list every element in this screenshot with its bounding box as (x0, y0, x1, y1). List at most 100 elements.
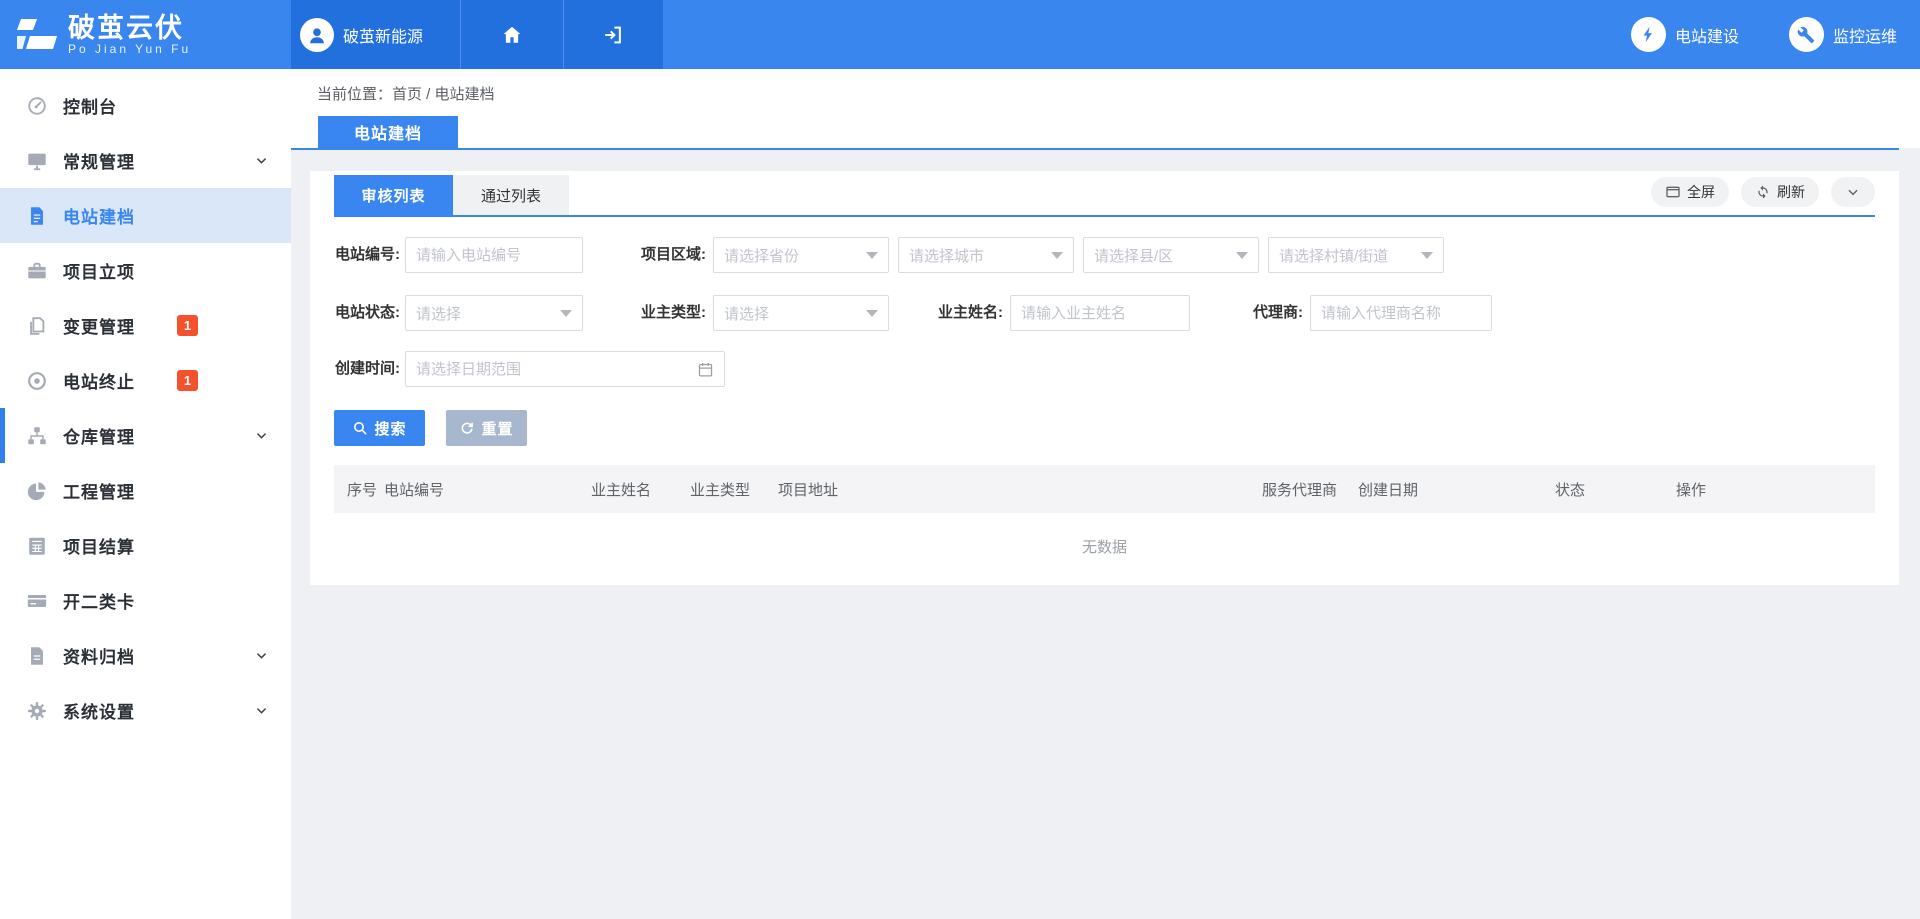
target-icon (26, 370, 48, 392)
col-owner-type: 业主类型 (690, 479, 778, 500)
card-icon (26, 590, 48, 612)
nav-monitoring-ops-label: 监控运维 (1833, 23, 1897, 47)
town-select[interactable]: 请选择村镇/街道 (1268, 237, 1444, 273)
topbar-user[interactable]: 破茧新能源 (291, 0, 460, 69)
tab-passed-list[interactable]: 通过列表 (453, 175, 569, 215)
chevron-down-icon (254, 648, 269, 663)
home-button[interactable] (460, 0, 563, 69)
caret-down-icon (866, 310, 878, 317)
county-select[interactable]: 请选择县/区 (1083, 237, 1259, 273)
caret-down-icon (1421, 252, 1433, 259)
fullscreen-button[interactable]: 全屏 (1651, 177, 1729, 207)
sidebar-item-engineering-mgmt[interactable]: 工程管理 (0, 463, 291, 518)
nav-monitoring-ops[interactable]: 监控运维 (1789, 17, 1897, 52)
fullscreen-label: 全屏 (1687, 182, 1715, 202)
col-owner-name: 业主姓名 (591, 479, 690, 500)
user-avatar (300, 18, 334, 52)
date-range-picker[interactable] (405, 351, 725, 387)
sidebar-item-open-type2-card[interactable]: 开二类卡 (0, 573, 291, 628)
reset-label: 重置 (481, 418, 513, 439)
station-no-input[interactable] (405, 237, 583, 273)
col-project-address: 项目地址 (778, 479, 1262, 500)
file-icon (26, 645, 48, 667)
nav-station-construction[interactable]: 电站建设 (1631, 17, 1739, 52)
agent-input[interactable] (1310, 295, 1492, 331)
caret-down-icon (1236, 252, 1248, 259)
breadcrumb-bar: 当前位置：首页 / 电站建档 电站建档 (291, 69, 1920, 148)
sign-in-icon (602, 24, 624, 46)
city-select-value: 请选择城市 (909, 245, 1045, 266)
caret-down-icon (866, 252, 878, 259)
sidebar-item-document-archive[interactable]: 资料归档 (0, 628, 291, 683)
results-table: 序号 电站编号 业主姓名 业主类型 项目地址 服务代理商 创建日期 状态 操作 … (334, 465, 1875, 579)
sidebar-item-label: 常规管理 (63, 148, 135, 173)
sidebar-item-station-termination[interactable]: 电站终止 1 (0, 353, 291, 408)
breadcrumb-prefix: 当前位置： (317, 86, 392, 103)
topbar-middle: 破茧新能源 (291, 0, 663, 69)
collapse-button[interactable] (1831, 177, 1875, 207)
sidebar-item-project-settlement[interactable]: 项目结算 (0, 518, 291, 573)
date-range-input[interactable] (416, 361, 697, 378)
signin-button[interactable] (563, 0, 662, 69)
document-icon (26, 205, 48, 227)
page-tab-station-filing[interactable]: 电站建档 (318, 116, 458, 148)
pie-icon (26, 480, 48, 502)
brand-subtitle: Po Jian Yun Fu (68, 43, 191, 56)
sidebar-item-label: 变更管理 (63, 313, 135, 338)
caret-down-icon (1051, 252, 1063, 259)
reset-button[interactable]: 重置 (446, 410, 527, 446)
sidebar-item-warehouse-mgmt[interactable]: 仓库管理 (0, 408, 291, 463)
station-termination-badge: 1 (177, 370, 198, 391)
chevron-down-icon (254, 428, 269, 443)
sidebar-item-general-mgmt[interactable]: 常规管理 (0, 133, 291, 188)
home-icon (501, 24, 523, 46)
filter-form: 电站编号: 项目区域: 请选择省份 请选择城市 请选择县/区 (334, 237, 1875, 446)
region-label: 项目区域: (589, 237, 706, 273)
wrench-icon (1789, 17, 1824, 52)
city-select[interactable]: 请选择城市 (898, 237, 1074, 273)
sidebar-item-label: 电站终止 (63, 368, 135, 393)
table-header: 序号 电站编号 业主姓名 业主类型 项目地址 服务代理商 创建日期 状态 操作 (334, 465, 1875, 513)
brand-logo-icon (15, 16, 59, 54)
owner-name-input[interactable] (1010, 295, 1190, 331)
brand-logo: 破茧云伏 Po Jian Yun Fu (0, 0, 291, 69)
station-status-select[interactable]: 请选择 (405, 295, 583, 331)
topbar-right: 电站建设 监控运维 (663, 0, 1920, 69)
search-button[interactable]: 搜索 (334, 410, 425, 446)
sidebar-item-change-mgmt[interactable]: 变更管理 1 (0, 298, 291, 353)
sidebar-item-label: 仓库管理 (63, 423, 135, 448)
agent-label: 代理商: (1203, 295, 1303, 331)
tab-review-list[interactable]: 审核列表 (334, 175, 453, 215)
refresh-button[interactable]: 刷新 (1741, 177, 1819, 207)
sidebar: 控制台 常规管理 电站建档 项目立项 (0, 69, 291, 919)
chevron-down-icon (254, 153, 269, 168)
gear-icon (26, 700, 48, 722)
sidebar-item-label: 系统设置 (63, 698, 135, 723)
reset-icon (459, 420, 475, 436)
sidebar-item-station-filing[interactable]: 电站建档 (0, 188, 291, 243)
col-station-no: 电站编号 (384, 479, 591, 500)
sidebar-item-system-settings[interactable]: 系统设置 (0, 683, 291, 738)
sidebar-item-label: 项目结算 (63, 533, 135, 558)
station-status-value: 请选择 (416, 303, 554, 324)
search-label: 搜索 (374, 418, 406, 439)
sidebar-item-label: 项目立项 (63, 258, 135, 283)
province-select[interactable]: 请选择省份 (713, 237, 889, 273)
sidebar-item-console[interactable]: 控制台 (0, 78, 291, 133)
chevron-down-icon (254, 703, 269, 718)
change-mgmt-badge: 1 (177, 315, 198, 336)
search-icon (352, 420, 368, 436)
page-tab-underline (291, 148, 1899, 150)
owner-type-select[interactable]: 请选择 (713, 295, 889, 331)
gauge-icon (26, 95, 48, 117)
calendar-icon (697, 361, 714, 378)
sidebar-item-project-initiation[interactable]: 项目立项 (0, 243, 291, 298)
tabs-strip: 审核列表 通过列表 全屏 刷新 (334, 171, 1875, 217)
topbar: 破茧云伏 Po Jian Yun Fu 破茧新能源 (0, 0, 1920, 69)
app-root: 破茧云伏 Po Jian Yun Fu 破茧新能源 (0, 0, 1920, 919)
main-content: 当前位置：首页 / 电站建档 电站建档 审核列表 通过列表 全屏 (291, 69, 1920, 919)
breadcrumb-path: 首页 / 电站建档 (392, 86, 495, 103)
col-created-date: 创建日期 (1358, 479, 1555, 500)
owner-type-value: 请选择 (724, 303, 860, 324)
monitor-icon (26, 150, 48, 172)
